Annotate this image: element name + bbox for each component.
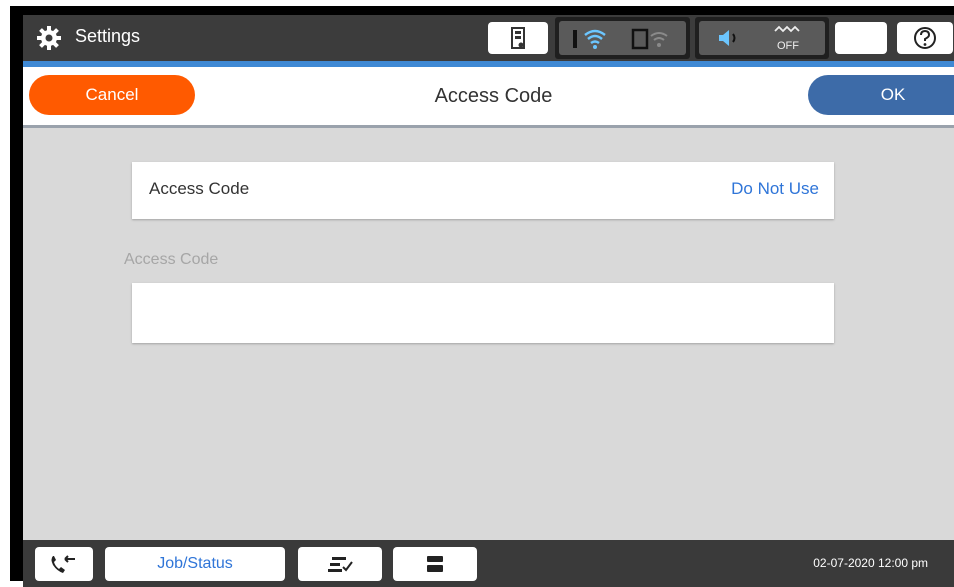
sleep-button[interactable] (835, 22, 887, 54)
network-status-group[interactable] (555, 17, 690, 59)
sound-icon (719, 30, 736, 46)
access-code-input[interactable] (132, 283, 834, 343)
screen: Settings OFF Cancel Access Code OK Acces… (23, 15, 954, 587)
screen-header: Cancel Access Code OK (23, 67, 954, 128)
sleep-icon (854, 29, 865, 48)
app-title: Settings (75, 26, 141, 46)
job-queue-icon (328, 557, 353, 572)
fax-status-text: OFF (777, 40, 799, 52)
ok-button[interactable]: OK (808, 75, 954, 115)
wifi-icon (573, 29, 606, 49)
wifi-direct-icon (631, 28, 668, 50)
bottom-bar: Job/Status 02-07-2020 12:00 pm (23, 540, 954, 587)
copy-icon (427, 556, 443, 572)
fax-call-icon (51, 555, 75, 573)
job-queue-button[interactable] (298, 547, 382, 581)
datetime-display: 02-07-2020 12:00 pm (813, 556, 928, 570)
access-code-setting-row[interactable]: Access Code Do Not Use (132, 162, 834, 219)
status-bar: Settings OFF (23, 15, 954, 61)
ink-status-button[interactable] (488, 22, 548, 54)
gear-icon[interactable] (35, 24, 63, 52)
help-button[interactable] (897, 22, 953, 54)
job-status-button[interactable]: Job/Status (105, 547, 285, 581)
access-code-setting-label: Access Code (149, 179, 250, 198)
access-code-setting-value: Do Not Use (731, 179, 819, 198)
fax-off-icon: OFF (774, 25, 800, 52)
help-icon (914, 27, 936, 49)
sound-fax-status-group[interactable]: OFF (695, 17, 829, 59)
fax-call-button[interactable] (35, 547, 93, 581)
access-code-field-label: Access Code (124, 251, 219, 268)
ink-icon (511, 27, 525, 49)
copy-button[interactable] (393, 547, 477, 581)
device-frame: Settings OFF Cancel Access Code OK Acces… (10, 6, 954, 587)
